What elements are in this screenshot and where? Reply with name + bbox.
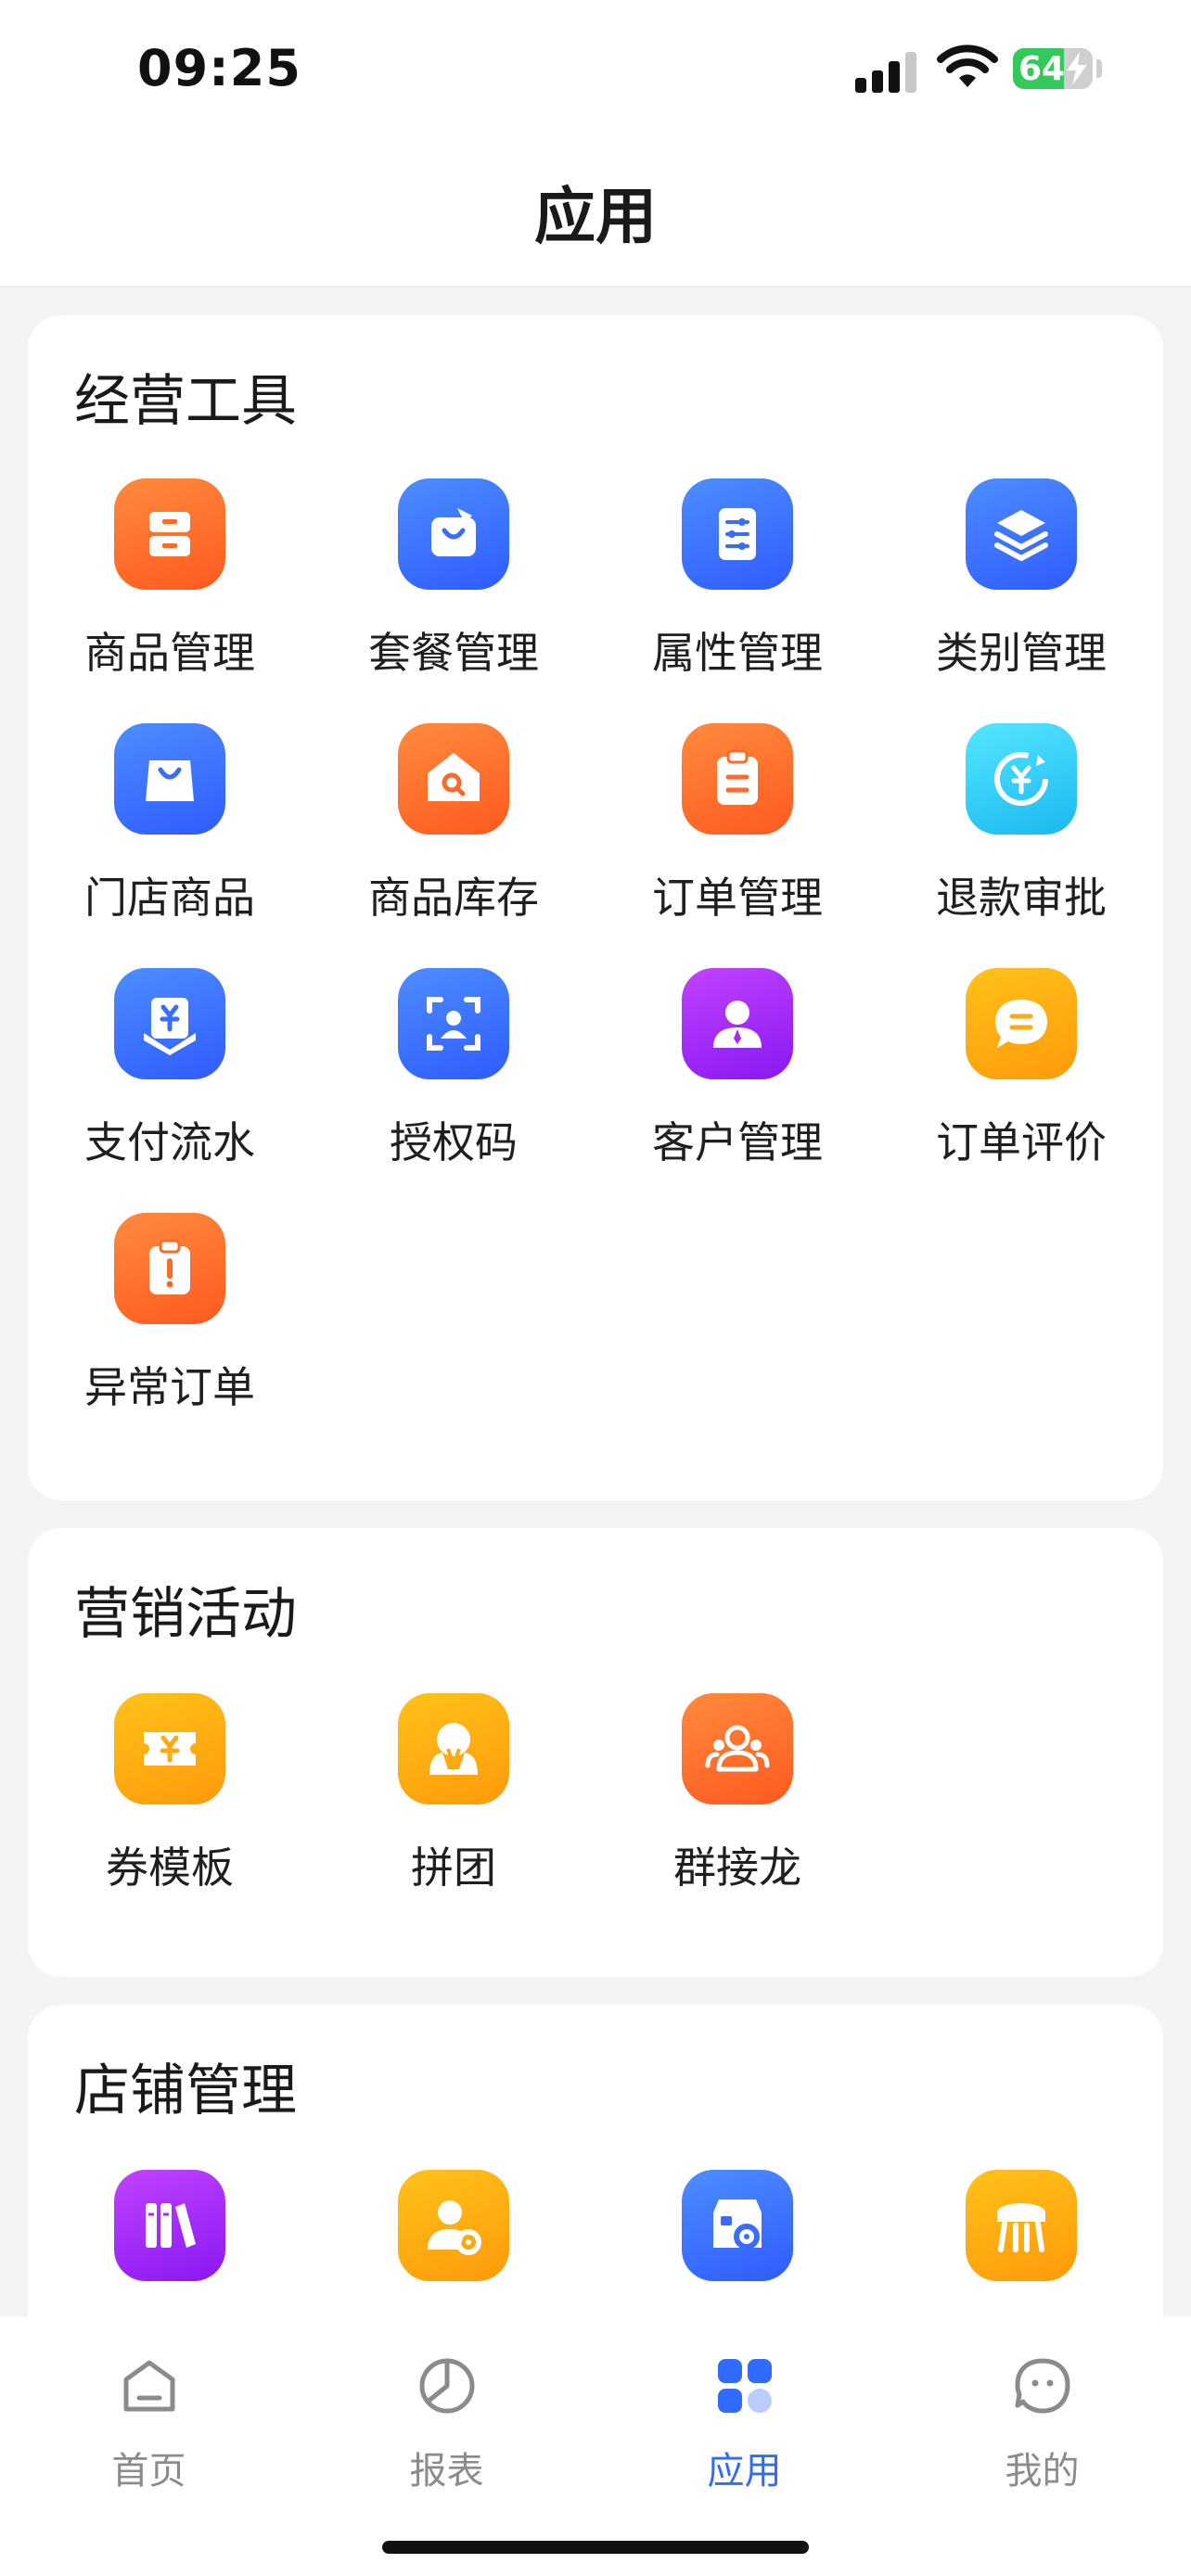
battery-level: 64 (1018, 50, 1066, 88)
app-item-payment-flow[interactable]: 支付流水 (28, 968, 312, 1200)
app-item-package-management[interactable]: 套餐管理 (312, 478, 596, 710)
app-item-group-relay[interactable]: 群接龙 (596, 1693, 879, 1925)
app-item-label: 门店商品 (84, 873, 255, 923)
shopping-bag-icon (114, 723, 225, 835)
app-item-order-review[interactable]: 订单评价 (879, 968, 1163, 1200)
navigation-bar: 应用 (0, 139, 1191, 287)
app-item-label: 套餐管理 (368, 628, 539, 678)
staff-settings-icon (398, 2170, 509, 2281)
apps-grid-icon (718, 2359, 772, 2413)
yen-refresh-icon (966, 723, 1077, 835)
chat-bubble-icon (966, 968, 1077, 1079)
books-icon (114, 2170, 225, 2281)
tab-reports[interactable]: 报表 (298, 2344, 596, 2502)
tab-label: 报表 (409, 2450, 484, 2493)
section-title: 店铺管理 (74, 2059, 297, 2123)
face-scan-icon (398, 968, 509, 1079)
app-item-abnormal-orders[interactable]: 异常订单 (28, 1213, 312, 1445)
app-item-product-inventory[interactable]: 商品库存 (312, 723, 596, 955)
tab-label: 应用 (707, 2450, 782, 2493)
app-screen: 09:25 64 应用 经营工具 商品管理 套餐管理 属性管理 类别管理 门店商… (0, 0, 1191, 2576)
app-item-label: 支付流水 (84, 1117, 255, 1167)
gift-box-icon (398, 478, 509, 590)
app-item-group-buy[interactable]: 拼团 (312, 1693, 596, 1925)
section-title: 经营工具 (74, 369, 297, 434)
app-item-store-products[interactable]: 门店商品 (28, 723, 312, 955)
home-indicator[interactable] (382, 2541, 809, 2554)
app-item-product-management[interactable]: 商品管理 (28, 478, 312, 710)
app-item-label: 异常订单 (84, 1362, 255, 1412)
table-icon (966, 2170, 1077, 2281)
app-item-label: 商品管理 (84, 628, 255, 678)
house-search-icon (398, 723, 509, 835)
bottom-tab-bar: 首页 报表 应用 我的 (0, 2316, 1191, 2576)
charging-bolt-icon (1067, 52, 1087, 85)
app-item-coupon-template[interactable]: 券模板 (28, 1693, 312, 1925)
app-item-label: 拼团 (411, 1843, 496, 1893)
yen-download-icon (114, 968, 225, 1079)
app-item-category-management[interactable]: 类别管理 (879, 478, 1163, 710)
app-item-label: 授权码 (390, 1117, 518, 1167)
pie-chart-icon (419, 2358, 475, 2414)
app-item-label: 退款审批 (936, 873, 1107, 923)
wifi-icon (937, 45, 998, 87)
app-item-label: 群接龙 (673, 1843, 801, 1893)
section-title: 营销活动 (74, 1582, 297, 1647)
battery-icon: 64 (1013, 48, 1093, 89)
cellular-signal-icon (855, 48, 920, 93)
tab-mine[interactable]: 我的 (893, 2344, 1191, 2502)
clipboard-alert-icon (114, 1213, 225, 1324)
layers-icon (966, 478, 1077, 590)
section-marketing-activities: 营销活动 券模板 拼团 群接龙 (28, 1528, 1163, 1977)
store-settings-icon (682, 2170, 793, 2281)
profile-face-icon (1015, 2358, 1070, 2414)
tab-label: 我的 (1005, 2450, 1080, 2493)
app-item-label: 订单管理 (652, 873, 823, 923)
home-icon (123, 2360, 175, 2412)
app-item-refund-approval[interactable]: 退款审批 (879, 723, 1163, 955)
customer-person-icon (682, 968, 793, 1079)
app-item-attribute-management[interactable]: 属性管理 (596, 478, 879, 710)
app-item-label: 客户管理 (652, 1117, 823, 1167)
status-time: 09:25 (137, 39, 301, 97)
app-item-order-management[interactable]: 订单管理 (596, 723, 879, 955)
app-item-customer-management[interactable]: 客户管理 (596, 968, 879, 1200)
app-item-label: 类别管理 (936, 628, 1107, 678)
app-item-label: 订单评价 (936, 1117, 1107, 1167)
app-item-label: 券模板 (106, 1843, 234, 1893)
app-item-label: 商品库存 (368, 873, 539, 923)
page-title: 应用 (534, 181, 657, 252)
drawer-cabinet-icon (114, 478, 225, 590)
tab-label: 首页 (111, 2450, 186, 2493)
group-buy-icon (398, 1693, 509, 1804)
tab-home[interactable]: 首页 (0, 2344, 298, 2502)
sliders-document-icon (682, 478, 793, 590)
status-bar: 09:25 64 (0, 0, 1191, 139)
tab-apps[interactable]: 应用 (596, 2344, 893, 2502)
app-item-label: 属性管理 (652, 628, 823, 678)
clipboard-list-icon (682, 723, 793, 835)
yen-coupon-icon (114, 1693, 225, 1804)
section-business-tools: 经营工具 商品管理 套餐管理 属性管理 类别管理 门店商品 商品库存 订单管理 … (28, 315, 1163, 1500)
battery-tip (1096, 59, 1102, 78)
app-item-authorization-code[interactable]: 授权码 (312, 968, 596, 1200)
group-people-icon (682, 1693, 793, 1804)
